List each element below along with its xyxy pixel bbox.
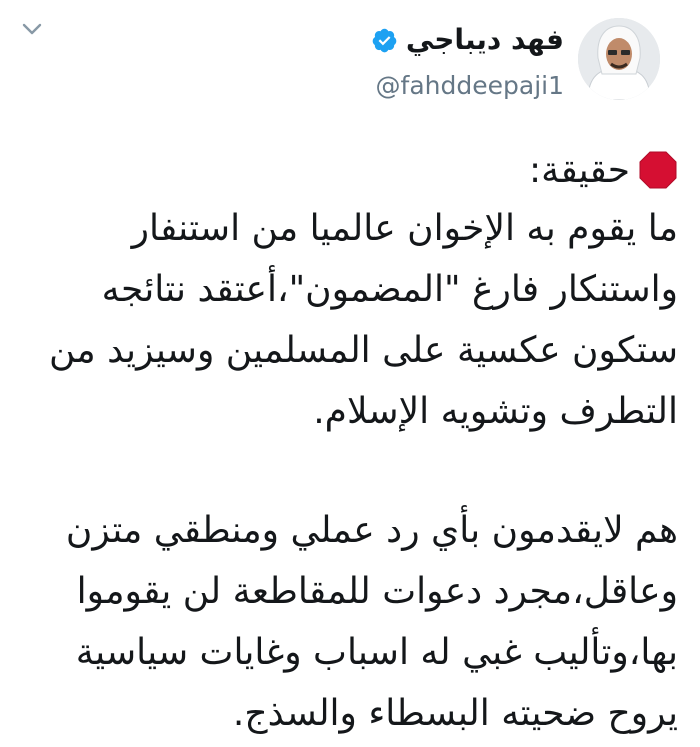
author-handle[interactable]: @fahddeepaji1 [371, 70, 564, 102]
tweet-line: هم لايقدمون بأي رد عملي ومنطقي متزن [65, 510, 678, 551]
tweet-text: حقيقة: ما يقوم به الإخوان عالميا من استن… [22, 142, 678, 744]
author-block: فهد ديباجي @fahddeepaji1 [371, 22, 564, 102]
verified-badge-icon [372, 28, 397, 52]
stop-sign-icon [639, 151, 677, 189]
tweet-card: فهد ديباجي @fahddeepaji1 حقيقة: ما يقوم … [0, 0, 700, 747]
tweet-line: وعاقل،مجرد دعوات للمقاطعة لن يقوموا [76, 571, 678, 612]
tweet-header: فهد ديباجي @fahddeepaji1 [0, 18, 660, 118]
tweet-paragraph-2: هم لايقدمون بأي رد عملي ومنطقي متزن وعاق… [22, 500, 678, 744]
avatar[interactable] [578, 18, 660, 100]
tweet-line: واستنكار فارغ "المضمون"،أعتقد نتائجه [101, 269, 678, 310]
tweet-line: التطرف وتشويه الإسلام. [313, 391, 678, 432]
author-display-name[interactable]: فهد ديباجي [406, 22, 564, 58]
author-name-row[interactable]: فهد ديباجي [371, 22, 564, 58]
tweet-line: ستكون عكسية على المسلمين وسيزيد من [49, 330, 678, 371]
tweet-lead: حقيقة: [22, 142, 678, 198]
tweet-line: يروح ضحيته البسطاء والسذج. [232, 693, 678, 734]
avatar-image [578, 18, 660, 100]
tweet-lead-text: حقيقة: [529, 149, 630, 191]
tweet-line: بها،وتأليب غبي له اسباب وغايات سياسية [75, 632, 678, 673]
tweet-paragraph-1: ما يقوم به الإخوان عالميا من استنفار واس… [22, 198, 678, 442]
tweet-line: ما يقوم به الإخوان عالميا من استنفار [131, 208, 678, 249]
